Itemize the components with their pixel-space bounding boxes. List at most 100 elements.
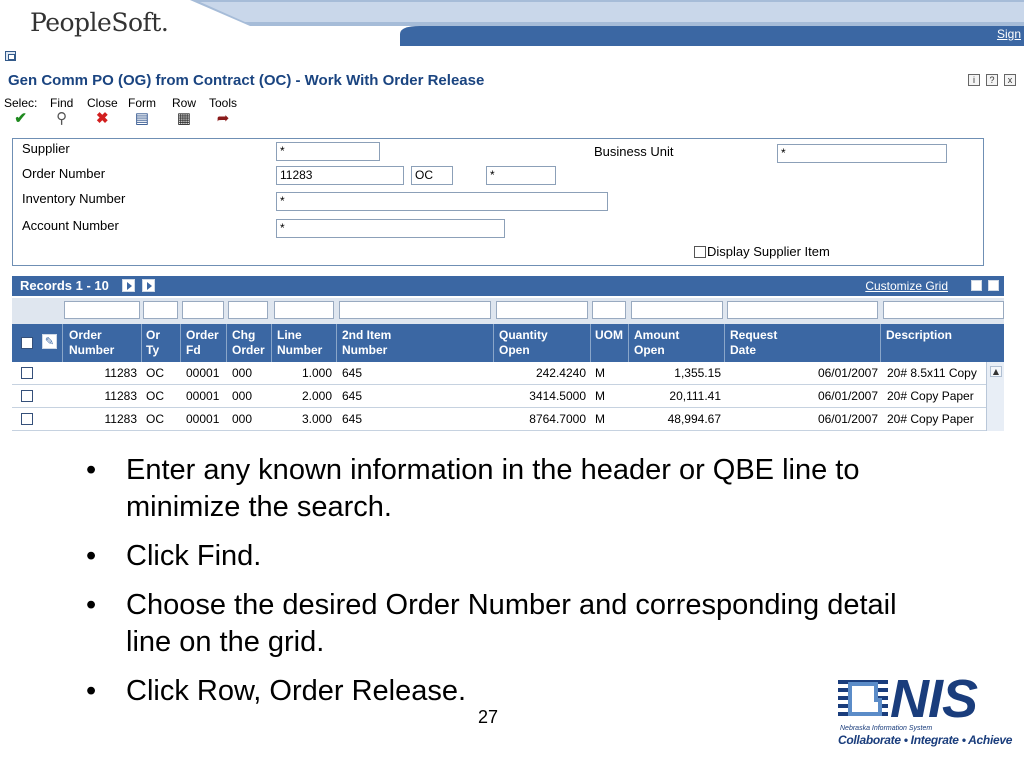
cell-item-number: 645	[342, 389, 363, 403]
qbe-chg-order[interactable]	[228, 301, 268, 319]
next-page-icon[interactable]	[122, 279, 135, 292]
row-checkbox[interactable]	[21, 413, 33, 425]
cell-order-number: 11283	[104, 412, 137, 426]
grid-scrollbar[interactable]: ▲	[986, 362, 1004, 431]
order-company-field[interactable]: *	[486, 166, 556, 185]
help-icon[interactable]: ?	[986, 74, 998, 86]
header-form: Supplier * Order Number 11283 OC * Inven…	[12, 138, 984, 266]
order-number-label: Order Number	[22, 166, 106, 181]
grid-options-icon[interactable]: ✎	[42, 334, 57, 349]
bullet-text: Enter any known information in the heade…	[126, 454, 860, 523]
cell-request-date: 06/01/2007	[817, 366, 878, 380]
row-icon: ▦	[176, 110, 192, 127]
col-line-number[interactable]: Line Number	[277, 328, 322, 358]
cell-item-number: 645	[342, 366, 363, 380]
row-menu[interactable]: Row ▦	[172, 96, 196, 128]
find-button[interactable]: Find ⚲	[50, 96, 73, 128]
col-description[interactable]: Description	[886, 328, 952, 343]
qbe-item-number[interactable]	[339, 301, 491, 319]
account-number-label: Account Number	[22, 218, 119, 233]
row-checkbox[interactable]	[21, 367, 33, 379]
grid-body: 11283 OC 00001 000 1.000 645 242.4240 M …	[12, 362, 1004, 431]
bullet-text: Click Find.	[126, 540, 262, 572]
form-menu[interactable]: Form ▤	[128, 96, 156, 128]
qbe-order-fd[interactable]	[182, 301, 224, 319]
instruction-list: • Enter any known information in the head…	[86, 452, 916, 722]
table-row[interactable]: 11283 OC 00001 000 3.000 645 8764.7000 M…	[12, 408, 1004, 431]
cell-description: 20# Copy Paper	[887, 389, 974, 403]
column-divider	[336, 324, 337, 362]
nis-subtitle: Nebraska Information System	[840, 725, 933, 732]
supplier-field[interactable]: *	[276, 142, 380, 161]
col-item-number[interactable]: 2nd Item Number	[342, 328, 391, 358]
info-icon[interactable]: i	[968, 74, 980, 86]
order-type-field[interactable]: OC	[411, 166, 453, 185]
table-row[interactable]: 11283 OC 00001 000 2.000 645 3414.5000 M…	[12, 385, 1004, 408]
close-icon: ✖	[96, 110, 109, 127]
qbe-request-date[interactable]	[727, 301, 878, 319]
cell-chg-order: 000	[232, 389, 253, 403]
nis-wordmark: NIS	[890, 669, 978, 729]
grid-title-bar: Records 1 - 10 Customize Grid	[12, 276, 1004, 296]
qbe-row	[12, 298, 1004, 324]
qbe-quantity-open[interactable]	[496, 301, 588, 319]
col-order-number[interactable]: Order Number	[69, 328, 114, 358]
form-icon: ▤	[134, 110, 150, 127]
business-unit-field[interactable]: *	[777, 144, 947, 163]
tools-label: Tools	[209, 96, 238, 110]
new-window-icon[interactable]	[5, 51, 16, 61]
row-label: Row	[172, 96, 197, 110]
page-number: 27	[478, 707, 499, 727]
tools-menu[interactable]: Tools ➦	[209, 96, 237, 128]
cell-quantity-open: 8764.7000	[529, 412, 586, 426]
col-or-ty[interactable]: Or Ty	[146, 328, 160, 358]
sign-out-link[interactable]: Sign	[997, 27, 1021, 41]
bullet-icon: •	[86, 540, 97, 572]
col-quantity-open[interactable]: Quantity Open	[499, 328, 548, 358]
qbe-uom[interactable]	[592, 301, 626, 319]
close-label: Close	[87, 96, 118, 110]
display-supplier-item-label: Display Supplier Item	[707, 244, 830, 259]
nis-tagline: Collaborate • Integrate • Achieve	[838, 733, 1013, 747]
cell-amount-open: 1,355.15	[674, 366, 721, 380]
account-number-field[interactable]: *	[276, 219, 505, 238]
scroll-up-icon[interactable]: ▲	[990, 366, 1002, 377]
close-button[interactable]: Close ✖	[87, 96, 118, 128]
grid-column-headers: ✎ Order Number Or Ty Order Fd Chg Order Line…	[12, 324, 1004, 362]
display-supplier-item-checkbox[interactable]	[694, 246, 706, 258]
maximize-grid-icon[interactable]	[988, 280, 999, 291]
col-request-date[interactable]: Request Date	[730, 328, 777, 358]
cell-quantity-open: 242.4240	[535, 366, 586, 380]
title-icons: i ? x	[968, 74, 1016, 86]
column-divider	[590, 324, 591, 362]
cell-or-ty: OC	[146, 412, 164, 426]
qbe-order-number[interactable]	[64, 301, 140, 319]
last-page-icon[interactable]	[142, 279, 155, 292]
qbe-or-ty[interactable]	[143, 301, 178, 319]
select-all-checkbox[interactable]	[21, 337, 33, 349]
order-number-field[interactable]: 11283	[276, 166, 404, 185]
col-order-fd[interactable]: Order Fd	[186, 328, 219, 358]
col-uom[interactable]: UOM	[595, 328, 623, 343]
customize-grid-link[interactable]: Customize Grid	[865, 279, 948, 293]
select-button[interactable]: Selec: ✔	[4, 96, 37, 128]
cell-description: 20# 8.5x11 Copy	[887, 366, 977, 380]
cell-order-fd: 00001	[186, 366, 220, 380]
table-row[interactable]: 11283 OC 00001 000 1.000 645 242.4240 M …	[12, 362, 1004, 385]
qbe-line-number[interactable]	[274, 301, 334, 319]
bullet-item: • Enter any known information in the head…	[86, 452, 916, 526]
qbe-amount-open[interactable]	[631, 301, 723, 319]
close-window-icon[interactable]: x	[1004, 74, 1016, 86]
qbe-description[interactable]	[883, 301, 1004, 319]
cell-order-number: 11283	[104, 389, 137, 403]
col-amount-open[interactable]: Amount Open	[634, 328, 679, 358]
inventory-number-field[interactable]: *	[276, 192, 608, 211]
col-chg-order[interactable]: Chg Order	[232, 328, 265, 358]
cell-order-fd: 00001	[186, 389, 220, 403]
row-checkbox[interactable]	[21, 390, 33, 402]
export-icon[interactable]	[971, 280, 982, 291]
page-title: Gen Comm PO (OG) from Contract (OC) - Wo…	[8, 72, 485, 89]
cell-amount-open: 48,994.67	[667, 412, 721, 426]
bullet-item: • Click Row, Order Release.	[86, 673, 916, 710]
form-label: Form	[128, 96, 156, 110]
